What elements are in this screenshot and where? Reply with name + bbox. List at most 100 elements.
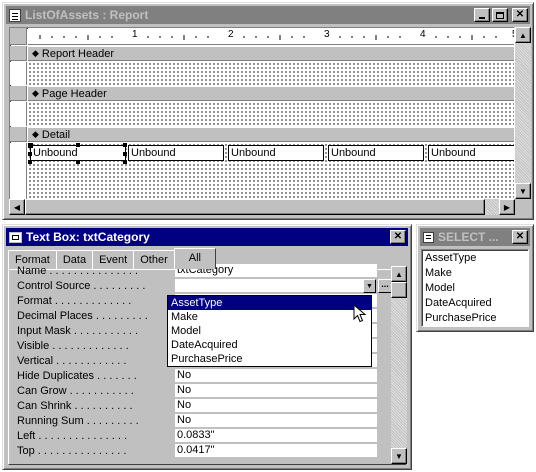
field-item-dateacquired[interactable]: DateAcquired xyxy=(422,296,528,311)
section-arrow-icon: ◆ xyxy=(32,88,39,98)
selection-handle[interactable] xyxy=(76,143,80,147)
report-window-title: ListOfAssets : Report xyxy=(25,8,149,22)
dropdown-option-dateacquired[interactable]: DateAcquired xyxy=(168,338,371,352)
property-value[interactable]: 0.0417" xyxy=(175,444,377,458)
close-icon: ✕ xyxy=(515,9,525,20)
builder-button[interactable]: ... xyxy=(378,279,392,293)
detail-textbox-4[interactable]: Unbound xyxy=(328,145,424,161)
report-header-section[interactable] xyxy=(28,62,514,85)
maximize-button[interactable] xyxy=(492,8,508,22)
property-row-can-grow[interactable]: Can Grow . . . . . . . . . . . No xyxy=(11,384,387,399)
scroll-thumb[interactable] xyxy=(25,199,485,215)
maximize-icon xyxy=(496,11,504,19)
selection-handle[interactable] xyxy=(28,152,32,156)
report-design-area: 1 2 3 4 5 ◆ Report Header ◆ Page Header … xyxy=(9,27,515,215)
property-value[interactable]: No xyxy=(175,384,377,398)
field-list-icon xyxy=(423,231,434,243)
page-header-section[interactable] xyxy=(28,102,514,126)
page-header-label: Page Header xyxy=(41,87,107,100)
field-list-close-button[interactable]: ✕ xyxy=(512,230,528,244)
field-list-title: SELECT ... xyxy=(438,230,499,244)
property-label: Running Sum . . . . . . . . . xyxy=(17,415,139,427)
field-list-window: SELECT ... ✕ AssetType Make Model DateAc… xyxy=(416,224,534,332)
detail-textbox-2[interactable]: Unbound xyxy=(128,145,224,161)
report-design-window: ListOfAssets : Report ✕ 1 2 3 4 ◆ Report… xyxy=(2,2,534,220)
report-header-vruler xyxy=(10,62,27,85)
dropdown-option-model[interactable]: Model xyxy=(168,324,371,338)
property-value[interactable]: No xyxy=(175,369,377,383)
horizontal-ruler: 1 2 3 4 5 xyxy=(28,28,514,45)
scroll-up-button[interactable]: ▲ xyxy=(391,266,407,282)
field-item-assettype[interactable]: AssetType xyxy=(422,251,528,266)
scroll-corner xyxy=(515,199,531,215)
minimize-button[interactable] xyxy=(474,8,490,22)
scroll-left-button[interactable]: ◀ xyxy=(9,199,25,215)
mouse-cursor-icon xyxy=(353,304,367,323)
selection-handle[interactable] xyxy=(76,160,80,164)
scroll-down-button[interactable]: ▼ xyxy=(391,448,407,464)
dropdown-option-assettype[interactable]: AssetType xyxy=(168,296,371,310)
scroll-up-button[interactable]: ▲ xyxy=(515,27,531,43)
property-label: Can Grow . . . . . . . . . . . xyxy=(17,385,134,397)
report-header-selector[interactable] xyxy=(10,46,27,61)
up-arrow-icon: ▲ xyxy=(395,269,403,279)
scroll-right-button[interactable]: ▶ xyxy=(499,199,515,215)
field-item-purchaseprice[interactable]: PurchasePrice xyxy=(422,311,528,326)
right-arrow-icon: ▶ xyxy=(503,202,511,212)
selection-handle[interactable] xyxy=(123,152,127,156)
page-header-bar[interactable]: ◆ Page Header xyxy=(28,86,514,101)
properties-close-button[interactable]: ✕ xyxy=(390,230,406,244)
property-label: Hide Duplicates . . . . . . . xyxy=(17,370,137,382)
property-label: Format . . . . . . . . . . . . . xyxy=(17,295,132,307)
dropdown-arrow-button[interactable]: ▼ xyxy=(363,279,376,293)
properties-title: Text Box: txtCategory xyxy=(26,230,150,244)
left-arrow-icon: ◀ xyxy=(13,202,21,212)
property-value[interactable]: 0.0833" xyxy=(175,429,377,443)
selection-handle[interactable] xyxy=(28,143,33,148)
dropdown-option-make[interactable]: Make xyxy=(168,310,371,324)
detail-textbox-5[interactable]: Unbound xyxy=(428,145,514,161)
page-header-selector[interactable] xyxy=(10,86,27,101)
scroll-thumb[interactable] xyxy=(391,282,407,298)
property-row-control-source[interactable]: Control Source . . . . . . . . . ▼ ... xyxy=(11,279,392,294)
detail-selector[interactable] xyxy=(10,127,27,142)
control-source-field[interactable] xyxy=(175,279,365,293)
property-row-top[interactable]: Top . . . . . . . . . . . . . . . 0.0417" xyxy=(11,444,387,459)
ruler-mark-2: 2 xyxy=(228,29,234,40)
property-row-can-shrink[interactable]: Can Shrink . . . . . . . . . . No xyxy=(11,399,387,414)
property-value[interactable]: No xyxy=(175,399,377,413)
selection-handle[interactable] xyxy=(123,143,127,147)
report-horizontal-scrollbar[interactable]: ◀ ▶ xyxy=(9,199,515,215)
close-button[interactable]: ✕ xyxy=(512,8,528,22)
selection-handle[interactable] xyxy=(123,160,127,164)
properties-titlebar[interactable]: Text Box: txtCategory ✕ xyxy=(6,228,408,246)
selection-handle[interactable] xyxy=(28,160,32,164)
section-arrow-icon: ◆ xyxy=(32,129,39,139)
detail-textbox-3[interactable]: Unbound xyxy=(228,145,324,161)
field-list-titlebar[interactable]: SELECT ... ✕ xyxy=(420,228,530,246)
property-value[interactable]: No xyxy=(175,414,377,428)
property-row-running-sum[interactable]: Running Sum . . . . . . . . . No xyxy=(11,414,387,429)
detail-bar[interactable]: ◆ Detail xyxy=(28,127,514,142)
dropdown-option-purchaseprice[interactable]: PurchasePrice xyxy=(168,352,371,366)
report-header-bar[interactable]: ◆ Report Header xyxy=(28,46,514,61)
report-header-label: Report Header xyxy=(41,47,115,60)
report-window-titlebar[interactable]: ListOfAssets : Report ✕ xyxy=(6,6,530,24)
control-source-dropdown[interactable]: AssetType Make Model DateAcquired Purcha… xyxy=(167,295,372,367)
properties-scrollbar[interactable]: ▲ ▼ xyxy=(391,266,407,464)
report-vertical-scrollbar[interactable]: ▲ ▼ xyxy=(515,27,531,199)
property-row-left[interactable]: Left . . . . . . . . . . . . . . . 0.0833… xyxy=(11,429,387,444)
close-icon: ✕ xyxy=(393,231,403,242)
detail-label: Detail xyxy=(41,128,71,141)
page-header-vruler xyxy=(10,102,27,126)
tab-all[interactable]: All xyxy=(173,248,216,269)
minimize-icon xyxy=(479,17,485,19)
field-item-model[interactable]: Model xyxy=(422,281,528,296)
ruler-corner xyxy=(10,28,27,45)
report-icon xyxy=(9,8,21,22)
scroll-down-button[interactable]: ▼ xyxy=(515,183,531,199)
field-item-make[interactable]: Make xyxy=(422,266,528,281)
detail-textbox-1[interactable]: Unbound xyxy=(30,145,126,161)
property-row-hide-duplicates[interactable]: Hide Duplicates . . . . . . . No xyxy=(11,369,387,384)
property-label: Decimal Places . . . . . . . . . xyxy=(17,310,148,322)
